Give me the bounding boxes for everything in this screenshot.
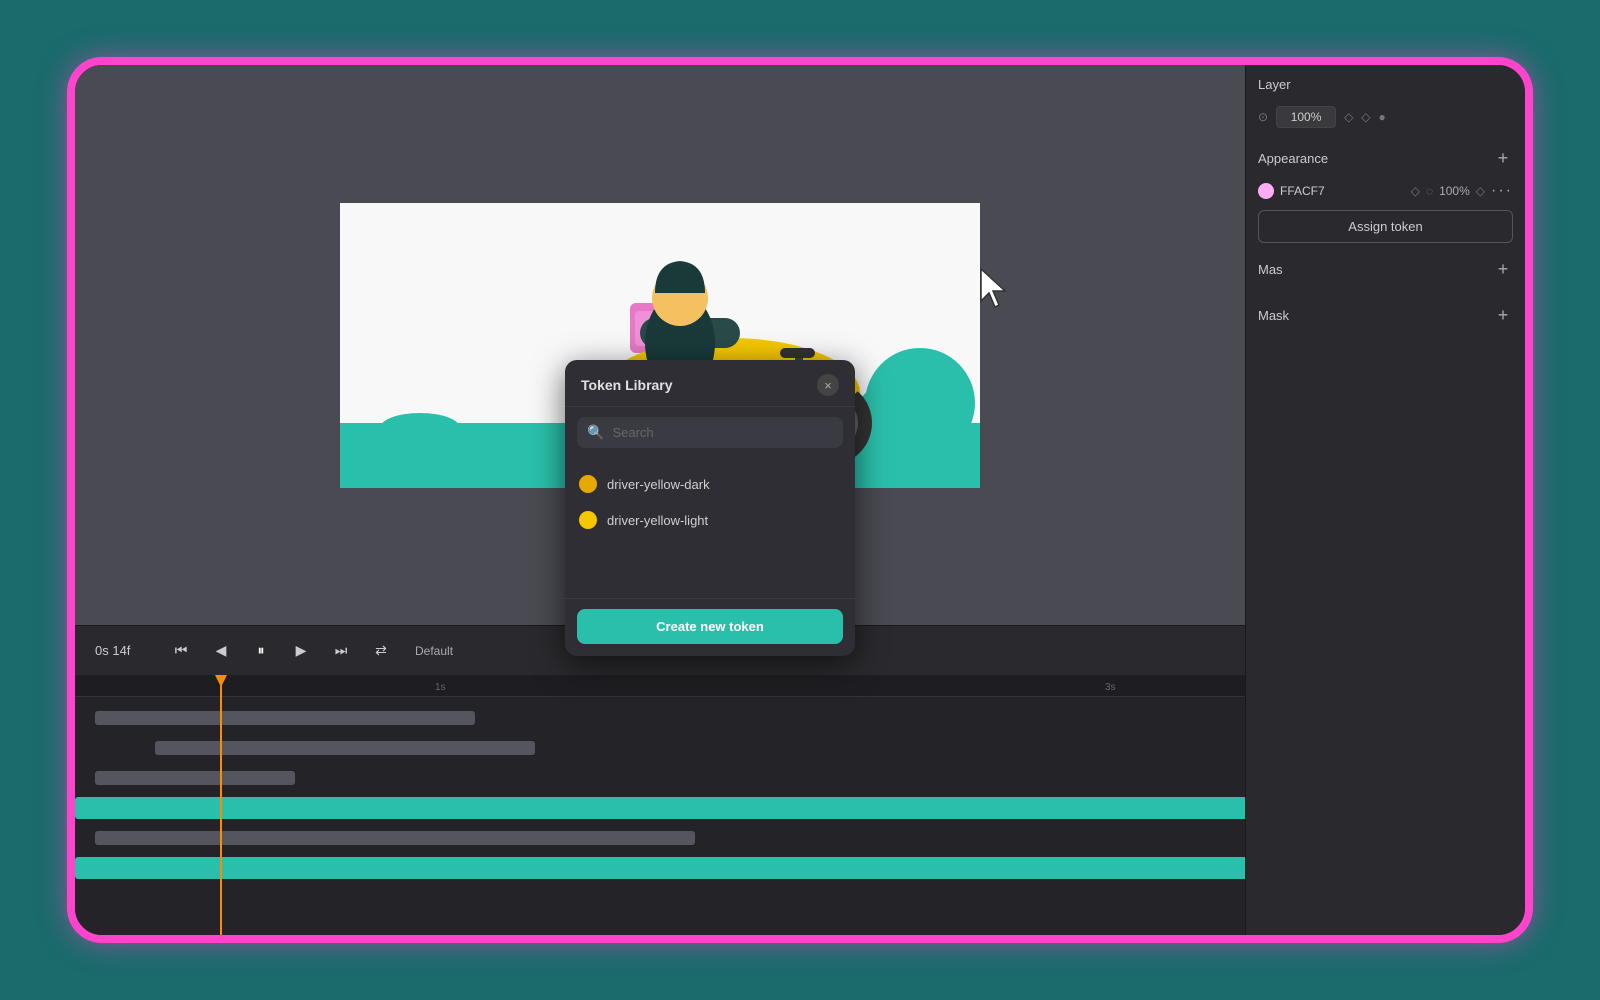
appearance-color-row: FFACF7 ◇ ◌ 100% ◇ ··· xyxy=(1258,178,1513,204)
track-3 xyxy=(75,764,1245,792)
appearance-section: Appearance + FFACF7 ◇ ◌ 100% ◇ ··· Assig… xyxy=(1258,148,1513,243)
easing-label: Default xyxy=(415,644,453,658)
right-panel: Layer ⊙ ◇ ◇ ● Appearance + FFACF xyxy=(1245,65,1525,935)
blend-diamond-icon: ◇ xyxy=(1344,110,1353,124)
mask-title-1: Mas xyxy=(1258,262,1283,277)
mask-add-button-1[interactable]: + xyxy=(1493,259,1513,279)
track-bar-teal-1 xyxy=(75,797,1245,819)
opacity-icon: ⊙ xyxy=(1258,110,1268,124)
token-name-1: driver-yellow-light xyxy=(607,513,708,528)
token-item-1[interactable]: driver-yellow-light xyxy=(565,502,855,538)
track-bar-3 xyxy=(95,771,295,785)
diamond-icon-2: ◇ xyxy=(1476,184,1485,198)
create-token-button[interactable]: Create new token xyxy=(577,609,843,644)
ruler-3s: 3s xyxy=(1105,682,1116,693)
appearance-opacity: 100% xyxy=(1439,184,1470,198)
modal-close-button[interactable]: × xyxy=(817,374,839,396)
search-icon: 🔍 xyxy=(587,424,604,441)
token-item-0[interactable]: driver-yellow-dark xyxy=(565,466,855,502)
timeline-tracks xyxy=(75,697,1245,889)
layer-opacity-input[interactable] xyxy=(1276,106,1336,128)
visibility-icon: ● xyxy=(1379,110,1386,124)
pause-button[interactable]: ⏸ xyxy=(247,637,275,665)
time-display: 0s 14f xyxy=(95,643,155,658)
appearance-icons: ◇ ◌ 100% ◇ ··· xyxy=(1411,182,1513,200)
track-2 xyxy=(75,734,1245,762)
track-5 xyxy=(75,824,1245,852)
search-wrapper: 🔍 xyxy=(577,417,843,448)
mask-section-1: Mas + xyxy=(1258,259,1513,289)
timeline: 1s 3s xyxy=(75,675,1245,935)
mask-title-2: Mask xyxy=(1258,308,1289,323)
ruler-1s: 1s xyxy=(435,682,446,693)
appearance-add-button[interactable]: + xyxy=(1493,148,1513,168)
track-4 xyxy=(75,794,1245,822)
skip-forward-button[interactable]: ⏭ xyxy=(327,637,355,665)
track-1 xyxy=(75,704,1245,732)
modal-footer: Create new token xyxy=(565,598,855,656)
mask-add-button-2[interactable]: + xyxy=(1493,305,1513,325)
token-color-1 xyxy=(579,511,597,529)
circle-icon-1: ◌ xyxy=(1426,184,1433,198)
track-bar-5 xyxy=(95,831,695,845)
modal-title: Token Library xyxy=(581,377,673,393)
diamond-icon-1: ◇ xyxy=(1411,184,1420,198)
track-bar-2 xyxy=(155,741,535,755)
app-window: 0s 14f ⏮ ◀ ⏸ ▶ ⏭ ⇄ Default 1s 3s xyxy=(70,60,1530,940)
loop-button[interactable]: ⇄ xyxy=(367,637,395,665)
timeline-ruler: 1s 3s xyxy=(75,675,1245,697)
search-input[interactable] xyxy=(612,425,833,440)
track-bar-1 xyxy=(95,711,475,725)
modal-search-area: 🔍 xyxy=(565,407,855,458)
mask-section-2: Mask + xyxy=(1258,305,1513,335)
layer-title: Layer xyxy=(1258,77,1291,92)
color-hex-label: FFACF7 xyxy=(1280,184,1405,198)
token-name-0: driver-yellow-dark xyxy=(607,477,710,492)
playhead[interactable] xyxy=(220,675,222,935)
blend-circle-icon: ◇ xyxy=(1361,110,1370,124)
track-6 xyxy=(75,854,1245,882)
more-options-button[interactable]: ··· xyxy=(1491,182,1513,200)
skip-back-button[interactable]: ⏮ xyxy=(167,637,195,665)
token-library-modal[interactable]: Token Library × 🔍 driver-yellow-dark dr xyxy=(565,360,855,656)
modal-header: Token Library × xyxy=(565,360,855,407)
appearance-title: Appearance xyxy=(1258,151,1328,166)
layer-section: Layer ⊙ ◇ ◇ ● xyxy=(1258,77,1513,132)
token-color-0 xyxy=(579,475,597,493)
token-list: driver-yellow-dark driver-yellow-light xyxy=(565,458,855,598)
assign-token-button[interactable]: Assign token xyxy=(1258,210,1513,243)
color-swatch[interactable] xyxy=(1258,183,1274,199)
play-button[interactable]: ▶ xyxy=(287,637,315,665)
layer-row: ⊙ ◇ ◇ ● xyxy=(1258,102,1513,132)
prev-frame-button[interactable]: ◀ xyxy=(207,637,235,665)
track-bar-teal-2 xyxy=(75,857,1245,879)
